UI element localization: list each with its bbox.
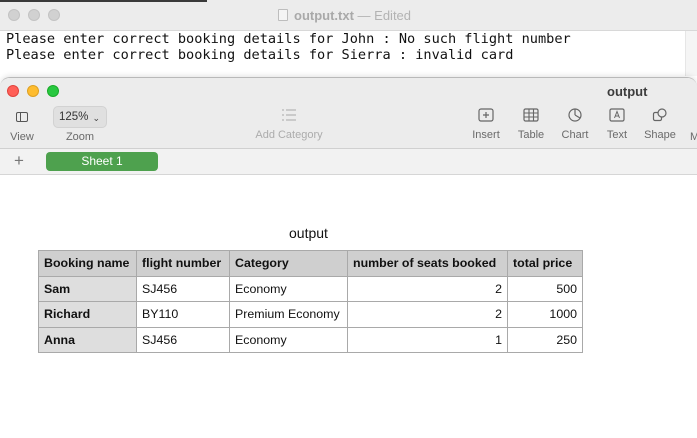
data-table[interactable]: Booking name flight number Category numb… [38,250,583,353]
table-cell[interactable]: Economy [229,275,348,302]
column-header[interactable]: number of seats booked [347,250,508,277]
table-label: Table [517,129,545,141]
table-cell[interactable]: SJ456 [136,326,230,353]
chart-label: Chart [561,129,589,141]
textedit-edited-status: — Edited [357,8,412,23]
titlebar-progress-strip [0,0,207,2]
table-icon [523,108,539,122]
text-line: Please enter correct booking details for… [6,31,571,47]
header-row: Booking name flight number Category numb… [38,250,583,277]
minimize-button[interactable] [27,85,39,97]
window-title: output [607,84,648,99]
numbers-toolbar: output View 125% ⌄ Zoom Add Category Ins… [0,78,697,149]
insert-button[interactable]: Insert [466,108,506,141]
table-cell[interactable]: 1 [347,326,508,353]
table-cell[interactable]: SJ456 [136,275,230,302]
text-button[interactable]: Text [597,108,637,141]
table-cell[interactable]: Richard [38,301,137,328]
shape-button[interactable]: Shape [640,108,680,141]
table-cell[interactable]: Sam [38,275,137,302]
table-row: Anna SJ456 Economy 1 250 [38,326,583,353]
zoom-select[interactable]: 125% ⌄ [53,106,107,128]
textedit-filename: output.txt [294,8,354,23]
column-header[interactable]: Category [229,250,348,277]
text-box-icon [609,108,625,122]
numbers-window: output View 125% ⌄ Zoom Add Category Ins… [0,77,697,438]
table-cell[interactable]: 1000 [507,301,583,328]
textedit-window: output.txt — Edited Please enter correct… [0,0,697,80]
zoom-value: 125% [59,111,89,123]
textedit-document[interactable]: Please enter correct booking details for… [0,31,697,80]
table-row: Sam SJ456 Economy 2 500 [38,275,583,302]
view-button[interactable] [8,106,36,128]
add-category-label: Add Category [255,129,323,141]
table-cell[interactable]: 500 [507,275,583,302]
column-header[interactable]: Booking name [38,250,137,277]
close-button[interactable] [7,85,19,97]
table-cell[interactable]: Anna [38,326,137,353]
chart-button[interactable]: Chart [555,108,595,141]
shape-icon [652,108,667,122]
table-cell[interactable]: 250 [507,326,583,353]
insert-icon [478,108,494,122]
zoom-label: Zoom [65,131,95,143]
table-cell[interactable]: 2 [347,301,508,328]
fullscreen-button[interactable] [47,85,59,97]
media-button[interactable]: M [690,131,697,143]
list-icon [282,109,296,121]
textedit-title: output.txt — Edited [278,8,411,23]
add-sheet-button[interactable]: + [14,151,24,171]
sheet-canvas[interactable]: output Booking name flight number Catego… [0,175,697,438]
textedit-scrollbar[interactable] [685,31,697,76]
sidebar-icon [16,112,28,122]
column-header[interactable]: flight number [136,250,230,277]
table-row: Richard BY110 Premium Economy 2 1000 [38,301,583,328]
media-label: M [690,131,697,143]
zoom-button[interactable] [48,9,60,21]
table-button[interactable]: Table [511,108,551,141]
table-cell[interactable]: Premium Economy [229,301,348,328]
view-label: View [10,131,34,143]
pie-chart-icon [568,108,582,122]
add-category-button[interactable]: Add Category [244,108,334,141]
chevron-down-icon: ⌄ [92,113,100,123]
minimize-button[interactable] [28,9,40,21]
close-button[interactable] [8,9,20,21]
shape-label: Shape [644,129,676,141]
sheet-tab-bar: + Sheet 1 [0,149,697,175]
table-cell[interactable]: Economy [229,326,348,353]
tab-sheet-1[interactable]: Sheet 1 [46,152,158,171]
text-line: Please enter correct booking details for… [6,47,514,63]
column-header[interactable]: total price [507,250,583,277]
table-cell[interactable]: BY110 [136,301,230,328]
insert-label: Insert [472,129,500,141]
document-icon [278,9,288,21]
textedit-titlebar[interactable]: output.txt — Edited [0,0,697,31]
table-cell[interactable]: 2 [347,275,508,302]
table-title[interactable]: output [289,225,328,241]
text-label: Text [606,129,628,141]
